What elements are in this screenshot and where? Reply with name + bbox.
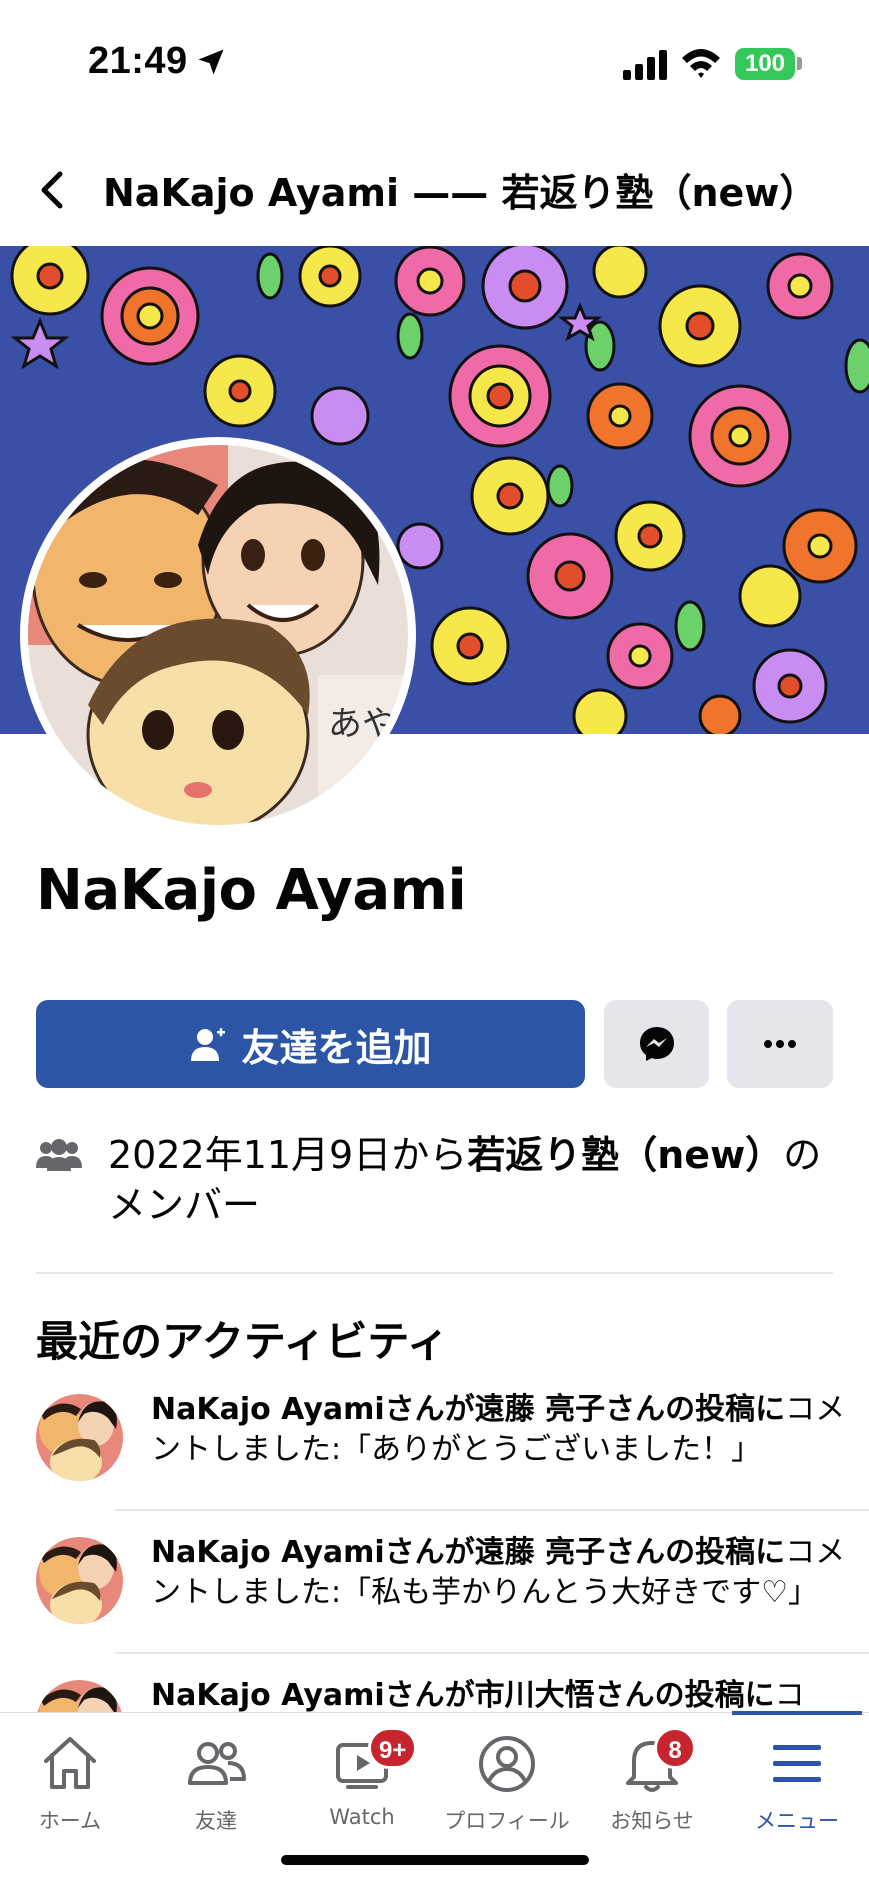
status-time: 21:49 xyxy=(88,40,188,82)
back-arrow-icon[interactable] xyxy=(36,168,70,212)
wifi-icon xyxy=(682,49,720,78)
tab-label: メニュー xyxy=(755,1809,839,1833)
group-members-icon xyxy=(36,1139,82,1171)
status-bar: 21:49 100 xyxy=(0,0,869,130)
activity-text: NaKajo Ayamiさんが遠藤 亮子さんの投稿にコメントしました:「私も芋か… xyxy=(151,1533,851,1613)
activity-avatar xyxy=(36,1537,123,1624)
profile-avatar[interactable]: あや xyxy=(20,437,416,833)
menu-icon xyxy=(773,1745,821,1782)
activity-text: NaKajo Ayamiさんが市川大悟さんの投稿にコ xyxy=(151,1676,851,1716)
battery-indicator: 100 xyxy=(735,48,795,80)
activity-actor: NaKajo Ayamiさんが遠藤 亮子さんの投稿に xyxy=(151,1392,786,1427)
active-tab-indicator xyxy=(732,1711,862,1715)
location-arrow-icon xyxy=(198,49,224,75)
header: NaKajo Ayami —— 若返り塾（new） xyxy=(0,130,869,246)
tab-home[interactable]: ホーム xyxy=(0,1733,140,1843)
membership-date: 2022年11月9日から xyxy=(108,1133,468,1177)
profile-icon xyxy=(479,1736,535,1792)
activity-separator xyxy=(115,1652,869,1654)
svg-text:あや: あや xyxy=(328,704,396,744)
notification-badge: 8 xyxy=(654,1727,696,1769)
activity-detail: コ xyxy=(774,1678,805,1713)
avatar-thumbnail xyxy=(36,1537,123,1624)
tab-label: プロフィール xyxy=(444,1809,570,1833)
messenger-icon xyxy=(639,1027,674,1061)
more-dots-icon xyxy=(764,1040,796,1048)
battery-tip xyxy=(797,57,802,70)
activity-item[interactable]: NaKajo Ayamiさんが遠藤 亮子さんの投稿にコメントしました:「ありがと… xyxy=(0,1392,869,1537)
messenger-button[interactable] xyxy=(604,1000,709,1088)
tab-friends[interactable]: 友達 xyxy=(146,1733,286,1843)
watch-badge: 9+ xyxy=(368,1727,418,1769)
home-icon xyxy=(44,1737,96,1789)
activity-actor: NaKajo Ayamiさんが市川大悟さんの投稿に xyxy=(151,1678,775,1713)
tab-label: Watch xyxy=(329,1805,395,1829)
page-title: NaKajo Ayami —— 若返り塾（new） xyxy=(103,171,818,215)
avatar-thumbnail xyxy=(36,1394,123,1481)
tab-label: お知らせ xyxy=(610,1809,694,1833)
membership-info: 2022年11月9日から若返り塾（new）のメンバー xyxy=(108,1130,838,1230)
friends-icon xyxy=(188,1742,246,1785)
cellular-signal-icon xyxy=(623,50,667,80)
tab-watch[interactable]: 9+ Watch xyxy=(292,1727,432,1843)
activity-actor: NaKajo Ayamiさんが遠藤 亮子さんの投稿に xyxy=(151,1535,786,1570)
more-options-button[interactable] xyxy=(727,1000,833,1088)
tab-notifications[interactable]: 8 お知らせ xyxy=(582,1727,722,1843)
add-friend-button[interactable]: 友達を追加 xyxy=(36,1000,585,1088)
profile-name: NaKajo Ayami xyxy=(36,858,467,923)
add-friend-label: 友達を追加 xyxy=(241,1025,432,1070)
tab-menu[interactable]: メニュー xyxy=(727,1733,867,1843)
tab-profile[interactable]: プロフィール xyxy=(437,1733,577,1843)
activity-item[interactable]: NaKajo Ayamiさんが遠藤 亮子さんの投稿にコメントしました:「私も芋か… xyxy=(0,1535,869,1680)
tab-label: ホーム xyxy=(38,1809,102,1833)
activity-separator xyxy=(115,1509,869,1511)
group-link[interactable]: 若返り塾（new） xyxy=(467,1133,783,1177)
home-indicator[interactable] xyxy=(281,1855,589,1865)
activity-text: NaKajo Ayamiさんが遠藤 亮子さんの投稿にコメントしました:「ありがと… xyxy=(151,1390,851,1470)
avatar-caricature-illustration: あや xyxy=(28,445,408,825)
tab-label: 友達 xyxy=(195,1809,237,1833)
activity-avatar xyxy=(36,1394,123,1481)
recent-activity-title: 最近のアクティビティ xyxy=(36,1317,449,1366)
section-divider xyxy=(36,1272,833,1274)
add-person-icon xyxy=(191,1028,226,1061)
